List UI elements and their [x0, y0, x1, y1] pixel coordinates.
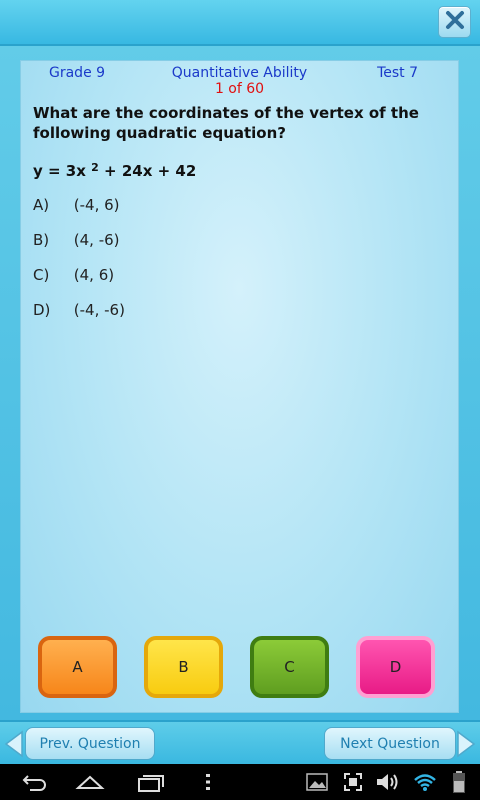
choice-letter: A) [33, 196, 50, 214]
wifi-icon [412, 764, 438, 800]
equation-exponent: 2 [91, 161, 99, 174]
answer-d-button[interactable]: D [356, 636, 435, 698]
back-icon[interactable] [18, 764, 50, 800]
answer-c-button[interactable]: C [250, 636, 329, 698]
gallery-icon [304, 764, 330, 800]
choice-text: (4, 6) [73, 266, 115, 284]
volume-icon [374, 764, 402, 800]
prev-question-button[interactable]: Prev. Question [25, 727, 155, 760]
answer-a-button[interactable]: A [38, 636, 117, 698]
question-panel: Grade 9 Quantitative Ability Test 7 1 of… [20, 60, 459, 713]
home-icon[interactable] [74, 764, 106, 800]
close-button[interactable] [438, 6, 471, 38]
choice-letter: D) [33, 301, 51, 319]
equation: y = 3x 2 + 24x + 42 [33, 161, 196, 180]
menu-dots-icon[interactable] [198, 764, 218, 800]
question-counter: 1 of 60 [214, 81, 265, 97]
arrow-left-icon[interactable] [4, 730, 24, 762]
choice-text: (-4, -6) [73, 301, 125, 319]
question-text: What are the coordinates of the vertex o… [33, 104, 419, 142]
answer-b-button[interactable]: B [144, 636, 223, 698]
choice-a: A) (-4, 6) [33, 196, 120, 214]
test-label: Test 7 [377, 65, 418, 81]
equation-prefix: y = 3x [33, 162, 86, 180]
battery-icon [448, 764, 470, 800]
top-bar [0, 0, 480, 46]
choice-b: B) (4, -6) [33, 231, 120, 249]
system-bar [0, 764, 480, 800]
choice-letter: B) [33, 231, 50, 249]
choice-c: C) (4, 6) [33, 266, 114, 284]
choice-text: (4, -6) [73, 231, 120, 249]
next-question-label: Next Question [340, 735, 440, 752]
arrow-right-icon[interactable] [456, 730, 476, 762]
close-icon [444, 9, 466, 35]
choice-letter: C) [33, 266, 50, 284]
next-question-button[interactable]: Next Question [324, 727, 456, 760]
screenshot-icon [340, 764, 366, 800]
navigation-bar: Prev. Question Next Question [0, 720, 480, 764]
equation-suffix: + 24x + 42 [104, 162, 197, 180]
choice-d: D) (-4, -6) [33, 301, 125, 319]
choice-text: (-4, 6) [73, 196, 120, 214]
prev-question-label: Prev. Question [39, 735, 141, 752]
recent-apps-icon[interactable] [134, 764, 166, 800]
